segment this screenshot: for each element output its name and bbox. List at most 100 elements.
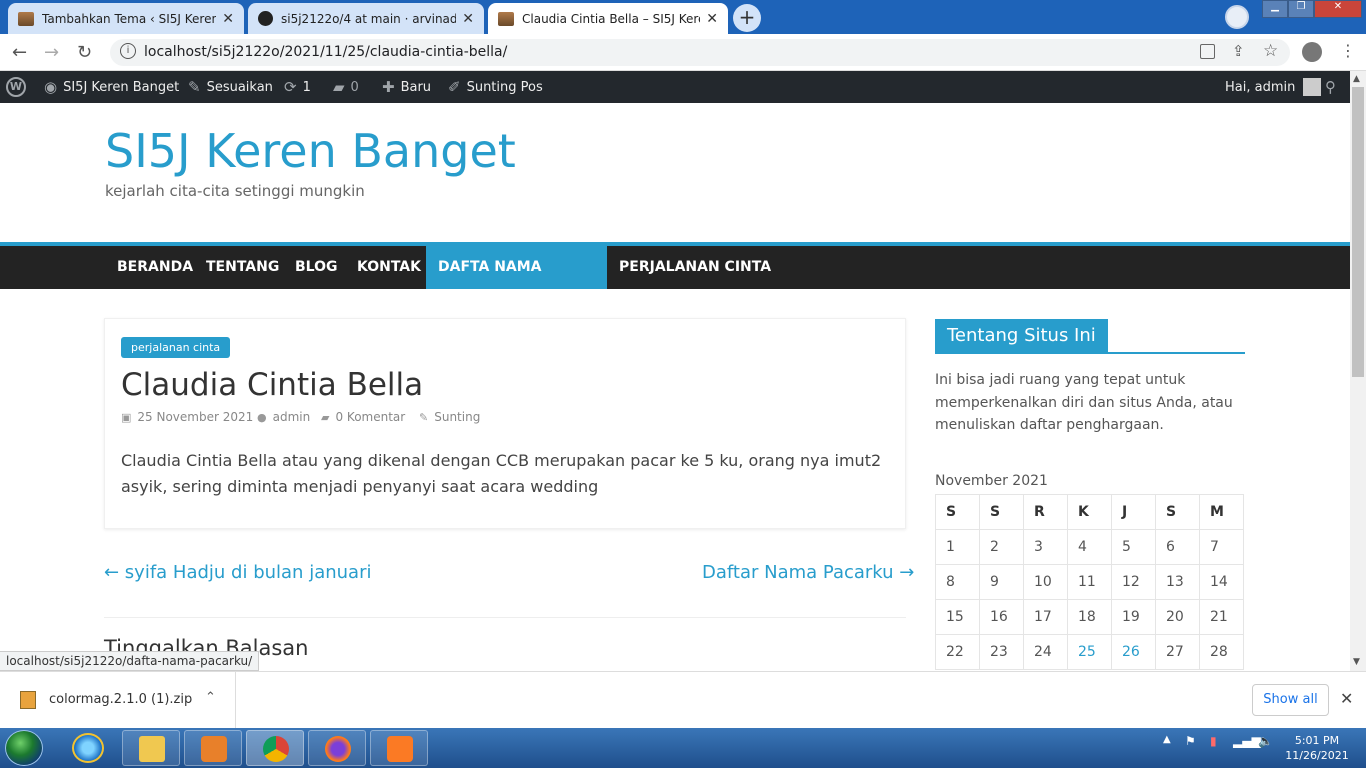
close-tab-icon[interactable]: ✕ xyxy=(222,11,234,27)
chevron-up-icon[interactable]: ⌃ xyxy=(205,690,216,705)
post-edit[interactable]: ✎ Sunting xyxy=(419,410,480,424)
download-item[interactable]: colormag.2.1.0 (1).zip ⌃ xyxy=(0,672,236,728)
admin-bar-new[interactable]: ✚ Baru xyxy=(382,71,431,103)
profile-dropdown-icon[interactable] xyxy=(1225,5,1249,29)
back-icon[interactable]: ← xyxy=(12,42,27,63)
bookmark-star-icon[interactable]: ☆ xyxy=(1263,41,1278,61)
close-tab-icon[interactable]: ✕ xyxy=(462,11,474,27)
updates-count: 1 xyxy=(302,79,311,95)
show-hidden-icons[interactable]: ▲ xyxy=(1163,734,1171,745)
minimize-button[interactable]: ▁ xyxy=(1262,0,1288,18)
close-window-button[interactable]: ✕ xyxy=(1314,0,1362,18)
site-title[interactable]: SI5J Keren Banget xyxy=(105,124,516,178)
show-all-button[interactable]: Show all xyxy=(1252,684,1329,716)
calendar-day: 14 xyxy=(1199,564,1244,600)
calendar-day-link[interactable]: 26 xyxy=(1111,634,1156,670)
start-button[interactable] xyxy=(5,730,43,766)
calendar-day: 19 xyxy=(1111,599,1156,635)
close-tab-icon[interactable]: ✕ xyxy=(706,11,718,27)
post-author[interactable]: ● admin xyxy=(257,410,310,424)
browser-tab[interactable]: Tambahkan Tema ‹ SI5J Keren Ba ✕ xyxy=(8,3,244,34)
nav-item-dafta-nama-pacarku[interactable]: DAFTA NAMA PACARKU xyxy=(426,246,607,318)
status-bubble-url: localhost/si5j2122o/dafta-nama-pacarku/ xyxy=(0,651,260,671)
scrollbar-thumb[interactable] xyxy=(1352,87,1364,377)
nav-item-blog[interactable]: BLOG xyxy=(283,246,350,289)
calendar-day: 8 xyxy=(935,564,980,600)
wordpress-logo-icon[interactable]: W xyxy=(6,71,26,103)
next-post-link[interactable]: Daftar Nama Pacarku → xyxy=(702,562,914,583)
nav-item-beranda[interactable]: BERANDA xyxy=(105,246,205,289)
url-text[interactable]: localhost/si5j2122o/2021/11/25/claudia-c… xyxy=(144,44,507,60)
windows-taskbar: ▲ ⚑ ▮ ▂▄▆ 🔈 5:01 PM 11/26/2021 xyxy=(0,728,1366,768)
greeting-text: Hai, admin xyxy=(1225,79,1296,95)
calendar-day: 23 xyxy=(979,634,1024,670)
admin-bar-comments[interactable]: ▰ 0 xyxy=(333,71,359,103)
clock-time: 5:01 PM xyxy=(1294,734,1340,747)
battery-icon[interactable]: ▮ xyxy=(1210,734,1217,748)
calendar-day: 11 xyxy=(1067,564,1112,600)
calendar-day: 24 xyxy=(1023,634,1068,670)
taskbar-media-player[interactable] xyxy=(184,730,242,766)
taskbar-firefox[interactable] xyxy=(308,730,366,766)
calendar-day-link[interactable]: 25 xyxy=(1067,634,1112,670)
browser-tab[interactable]: si5j2122o/4 at main · arvinadestiy ✕ xyxy=(248,3,484,34)
menu-kebab-icon[interactable]: ⋮ xyxy=(1340,41,1356,60)
pencil-icon: ✐ xyxy=(448,78,461,96)
nav-item-kontak[interactable]: KONTAK xyxy=(345,246,433,289)
search-icon[interactable]: ⚲ xyxy=(1325,71,1336,103)
vertical-scrollbar[interactable]: ▲ ▼ xyxy=(1350,71,1366,671)
nav-item-perjalanan-cinta[interactable]: PERJALANAN CINTA xyxy=(607,246,783,289)
calendar-day: 7 xyxy=(1199,529,1244,565)
taskbar-chrome[interactable] xyxy=(246,730,304,766)
new-tab-button[interactable]: + xyxy=(733,4,761,32)
admin-bar-edit-post[interactable]: ✐ Sunting Pos xyxy=(448,71,543,103)
volume-icon[interactable]: 🔈 xyxy=(1258,734,1273,748)
post-comments[interactable]: ▰ 0 Komentar xyxy=(321,410,405,424)
internet-explorer-icon[interactable] xyxy=(72,733,104,763)
reload-icon[interactable]: ↻ xyxy=(77,42,92,63)
network-signal-icon[interactable]: ▂▄▆ xyxy=(1233,734,1261,748)
post-date[interactable]: ▣ 25 November 2021 xyxy=(121,410,253,424)
calendar-day: 12 xyxy=(1111,564,1156,600)
calendar-day: 22 xyxy=(935,634,980,670)
calendar-table: S S R K J S M 1 2 3 4 5 6 7 8 9 10 11 12 13 14 15 16 17 1… xyxy=(935,494,1244,670)
taskbar-xampp[interactable] xyxy=(370,730,428,766)
calendar-week-row: 22 23 24 25 26 27 28 xyxy=(935,634,1244,670)
category-badge[interactable]: perjalanan cinta xyxy=(121,337,231,358)
calendar-week-row: 15 16 17 18 19 20 21 xyxy=(935,599,1244,635)
post-article: perjalanan cinta Claudia Cintia Bella ▣ 2… xyxy=(104,318,906,529)
widget-title: Tentang Situs Ini xyxy=(935,319,1108,352)
user-icon: ● xyxy=(257,410,267,424)
account-icon[interactable] xyxy=(1302,42,1322,62)
calendar-weekday: R xyxy=(1023,494,1068,530)
admin-bar-updates[interactable]: ⟳ 1 xyxy=(284,71,311,103)
taskbar-clock[interactable]: 5:01 PM 11/26/2021 xyxy=(1282,733,1352,763)
comment-icon: ▰ xyxy=(333,78,345,96)
xampp-icon xyxy=(387,736,413,762)
nav-item-tentang[interactable]: TENTANG xyxy=(194,246,291,289)
share-icon[interactable]: ⇪ xyxy=(1232,42,1245,60)
translate-icon[interactable] xyxy=(1200,44,1215,59)
maximize-button[interactable]: ❐ xyxy=(1288,0,1314,18)
taskbar-explorer[interactable] xyxy=(122,730,180,766)
admin-bar-account[interactable]: Hai, admin xyxy=(1225,71,1322,103)
browser-tab-active[interactable]: Claudia Cintia Bella – SI5J Keren B ✕ xyxy=(488,3,728,34)
previous-post-link[interactable]: ← syifa Hadju di bulan januari xyxy=(104,562,371,583)
address-bar: ← → ↻ i localhost/si5j2122o/2021/11/25/c… xyxy=(0,34,1366,71)
admin-bar-customize[interactable]: ✎ Sesuaikan xyxy=(188,71,273,103)
avatar xyxy=(1303,78,1322,96)
action-center-flag-icon[interactable]: ⚑ xyxy=(1185,734,1196,748)
brush-icon: ✎ xyxy=(188,78,201,96)
post-title: Claudia Cintia Bella xyxy=(121,367,424,403)
tab-title: Claudia Cintia Bella – SI5J Keren B xyxy=(522,11,700,26)
url-omnibox[interactable]: i localhost/si5j2122o/2021/11/25/claudia… xyxy=(110,39,1290,66)
calendar-weekday: K xyxy=(1067,494,1112,530)
close-icon[interactable]: ✕ xyxy=(1340,689,1353,708)
calendar-day: 17 xyxy=(1023,599,1068,635)
admin-bar-site[interactable]: ◉ SI5J Keren Banget xyxy=(44,71,179,103)
scroll-down-icon[interactable]: ▼ xyxy=(1353,657,1360,667)
scroll-up-icon[interactable]: ▲ xyxy=(1353,74,1360,84)
forward-icon[interactable]: → xyxy=(44,42,59,63)
info-icon[interactable]: i xyxy=(120,43,136,59)
admin-bar-new-label: Baru xyxy=(400,79,432,95)
